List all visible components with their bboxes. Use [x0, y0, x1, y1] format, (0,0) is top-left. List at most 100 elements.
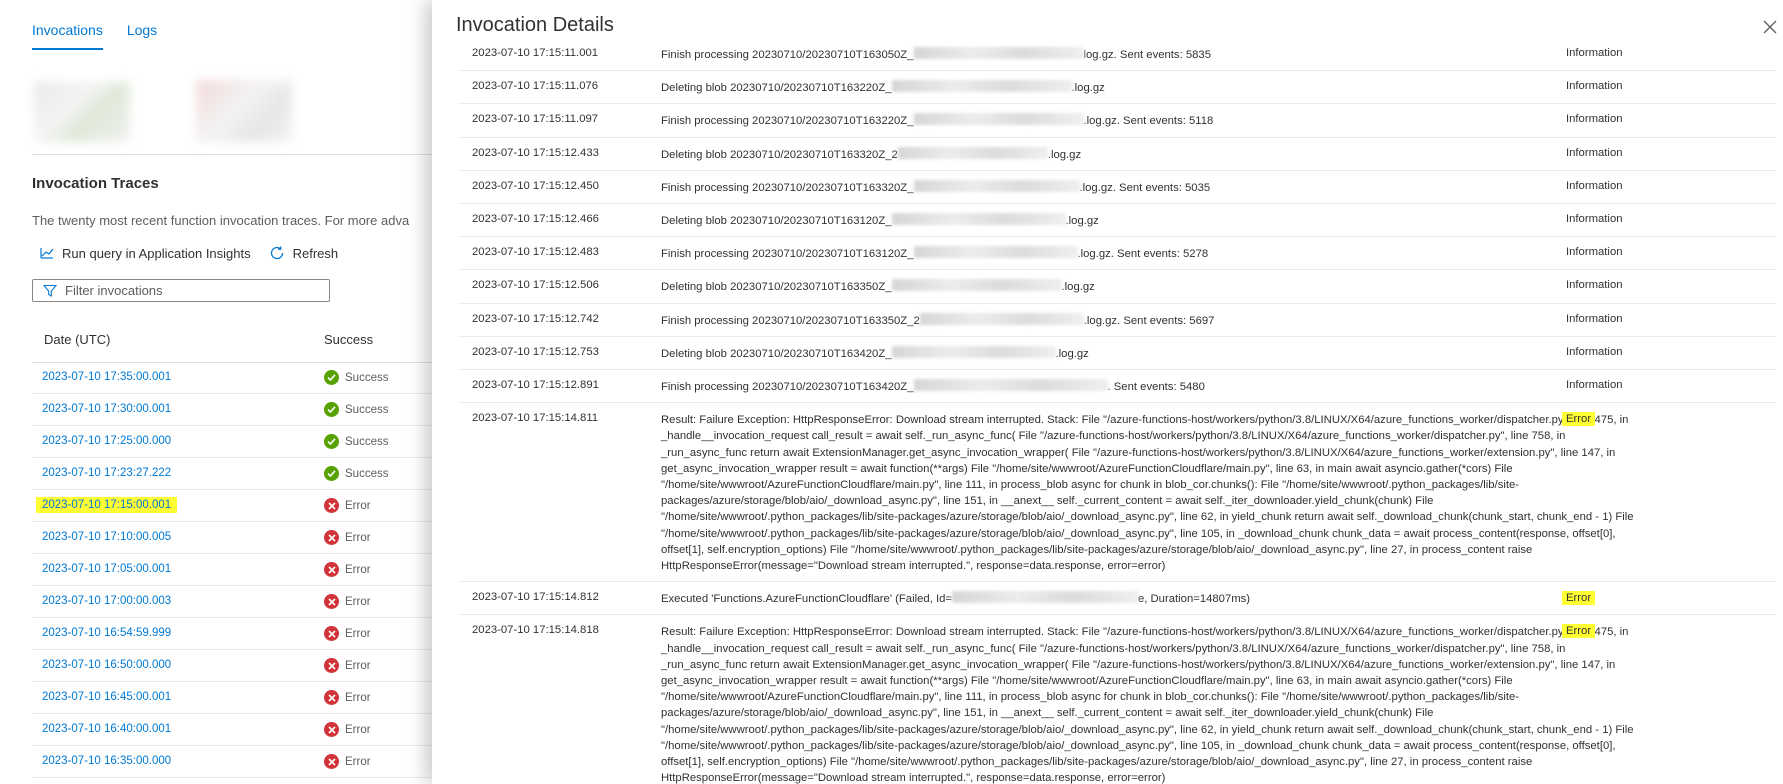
success-check-icon: [324, 466, 339, 481]
log-message: Finish processing 20230710/20230710T1634…: [661, 370, 1648, 402]
invocation-date-link[interactable]: 2023-07-10 17:10:00.005: [42, 531, 171, 543]
refresh-button[interactable]: Refresh: [269, 245, 339, 261]
redacted-text: [913, 179, 1080, 192]
log-message-text: Deleting blob 20230710/20230710T163420Z_: [661, 347, 892, 360]
table-row: 2023-07-10 17:30:00.001 Success: [32, 394, 432, 426]
invocation-date-link[interactable]: 2023-07-10 16:50:00.000: [42, 659, 171, 671]
status-text: Success: [345, 467, 389, 480]
log-message: Result: Failure Exception: HttpResponseE…: [661, 626, 1634, 784]
invocation-details-panel: Invocation Details 2023-07-10 17:15:11.0…: [432, 0, 1783, 784]
log-message-text: Deleting blob 20230710/20230710T163320Z_…: [661, 148, 898, 161]
error-x-icon: [324, 530, 339, 545]
log-message: Finish processing 20230710/20230710T1633…: [661, 304, 1648, 336]
log-timestamp: 2023-07-10 17:15:12.506: [472, 279, 599, 292]
log-timestamp: 2023-07-10 17:15:12.742: [472, 312, 599, 325]
filter-invocations-input[interactable]: [63, 282, 307, 299]
column-header-success[interactable]: Success: [324, 332, 373, 347]
log-row: 2023-07-10 17:15:12.433 Deleting blob 20…: [458, 138, 1776, 171]
log-message-text: Finish processing 20230710/20230710T1630…: [661, 49, 914, 61]
log-message-text: Deleting blob 20230710/20230710T163120Z_: [661, 215, 892, 228]
invocations-table: 2023-07-10 17:35:00.001 Success 2023-07-…: [32, 362, 432, 778]
invocation-date-link[interactable]: 2023-07-10 17:23:27.222: [42, 467, 171, 479]
log-row: 2023-07-10 17:15:12.483 Finish processin…: [458, 237, 1776, 271]
log-row-error: 2023-07-10 17:15:14.811 Result: Failure …: [458, 403, 1776, 583]
log-level: Information: [1566, 146, 1623, 159]
log-message-text: Finish processing 20230710/20230710T1631…: [661, 248, 914, 261]
log-row: 2023-07-10 17:15:12.891 Finish processin…: [458, 370, 1776, 404]
log-message-suffix: .log.gz. Sent events: 5278: [1077, 248, 1209, 261]
status-text: Error: [345, 691, 371, 704]
invocation-date-link[interactable]: 2023-07-10 17:35:00.001: [42, 371, 171, 383]
log-level: Information: [1566, 213, 1623, 226]
section-description: The twenty most recent function invocati…: [32, 213, 410, 228]
status-cell: Error: [324, 562, 371, 577]
log-row: 2023-07-10 17:15:12.753 Deleting blob 20…: [458, 337, 1776, 371]
redacted-text: [913, 379, 1108, 392]
invocation-date-link[interactable]: 2023-07-10 16:54:59.999: [42, 627, 171, 639]
invocation-date-link[interactable]: 2023-07-10 17:05:00.001: [42, 563, 171, 575]
log-timestamp: 2023-07-10 17:15:14.818: [472, 624, 599, 637]
redacted-text: [891, 80, 1072, 93]
log-level-error-badge: Error: [1562, 591, 1596, 606]
status-text: Error: [345, 563, 371, 576]
invocation-date-link[interactable]: 2023-07-10 17:00:00.003: [42, 595, 171, 607]
refresh-label: Refresh: [292, 245, 339, 261]
status-cell: Error: [324, 658, 371, 673]
error-x-icon: [324, 594, 339, 609]
redacted-text: [913, 47, 1084, 59]
tab-bar: Invocations Logs: [32, 22, 157, 50]
invocation-date-link[interactable]: 2023-07-10 16:40:00.001: [42, 723, 171, 735]
column-header-date[interactable]: Date (UTC): [44, 332, 110, 347]
invocation-date-link[interactable]: 2023-07-10 17:15:00.001: [36, 497, 178, 513]
status-cell: Error: [324, 754, 371, 769]
status-text: Error: [345, 627, 371, 640]
status-text: Success: [345, 435, 389, 448]
status-cell: Success: [324, 466, 388, 481]
run-query-button[interactable]: Run query in Application Insights: [40, 245, 251, 261]
redacted-text: [891, 279, 1062, 292]
log-level: Information: [1566, 312, 1623, 325]
invocation-date-link[interactable]: 2023-07-10 17:25:00.000: [42, 435, 171, 447]
log-row: 2023-07-10 17:15:12.450 Finish processin…: [458, 171, 1776, 205]
table-row: 2023-07-10 16:40:00.001 Error: [32, 714, 432, 746]
log-message-suffix: log.gz. Sent events: 5835: [1083, 49, 1212, 61]
error-x-icon: [324, 658, 339, 673]
log-timestamp: 2023-07-10 17:15:12.891: [472, 379, 599, 392]
table-row-selected: 2023-07-10 17:15:00.001 Error: [32, 490, 432, 522]
invocation-date-link[interactable]: 2023-07-10 16:45:00.001: [42, 691, 171, 703]
log-row: 2023-07-10 17:15:11.097 Finish processin…: [458, 104, 1776, 138]
log-timestamp: 2023-07-10 17:15:11.076: [472, 80, 599, 93]
status-cell: Error: [324, 594, 371, 609]
log-message: Deleting blob 20230710/20230710T163350Z_…: [661, 270, 1648, 302]
close-button[interactable]: [1759, 16, 1781, 38]
panel-title: Invocation Details: [456, 14, 614, 36]
table-row: 2023-07-10 17:05:00.001 Error: [32, 554, 432, 586]
status-text: Success: [345, 403, 389, 416]
invocation-date-link[interactable]: 2023-07-10 17:30:00.001: [42, 403, 171, 415]
status-text: Error: [345, 723, 371, 736]
table-row: 2023-07-10 16:54:59.999 Error: [32, 618, 432, 650]
log-message: Finish processing 20230710/20230710T1633…: [661, 171, 1648, 203]
log-message-text: Deleting blob 20230710/20230710T163350Z_: [661, 281, 892, 294]
tab-logs[interactable]: Logs: [127, 22, 157, 50]
invocations-page: Invocations Logs Invocation Traces The t…: [0, 0, 432, 784]
log-message: Finish processing 20230710/20230710T1631…: [661, 237, 1648, 269]
log-level: Information: [1566, 246, 1623, 259]
tab-invocations[interactable]: Invocations: [32, 22, 103, 50]
log-level: Information: [1566, 47, 1623, 59]
log-timestamp: 2023-07-10 17:15:12.466: [472, 213, 599, 226]
log-message-suffix: e, Duration=14807ms): [1137, 593, 1251, 606]
section-title: Invocation Traces: [32, 175, 159, 192]
log-level: Information: [1566, 113, 1623, 126]
log-timestamp: 2023-07-10 17:15:11.097: [472, 113, 599, 126]
log-message-suffix: . Sent events: 5480: [1107, 381, 1205, 394]
status-cell: Success: [324, 434, 388, 449]
status-cell: Error: [324, 722, 371, 737]
log-row: 2023-07-10 17:15:11.076 Deleting blob 20…: [458, 71, 1776, 105]
status-text: Error: [345, 595, 371, 608]
log-message-suffix: .log.gz. Sent events: 5697: [1083, 314, 1215, 327]
invocation-date-link[interactable]: 2023-07-10 16:35:00.000: [42, 755, 171, 767]
error-x-icon: [324, 690, 339, 705]
filter-box: [32, 279, 330, 302]
log-message-text: Finish processing 20230710/20230710T1632…: [661, 115, 914, 128]
